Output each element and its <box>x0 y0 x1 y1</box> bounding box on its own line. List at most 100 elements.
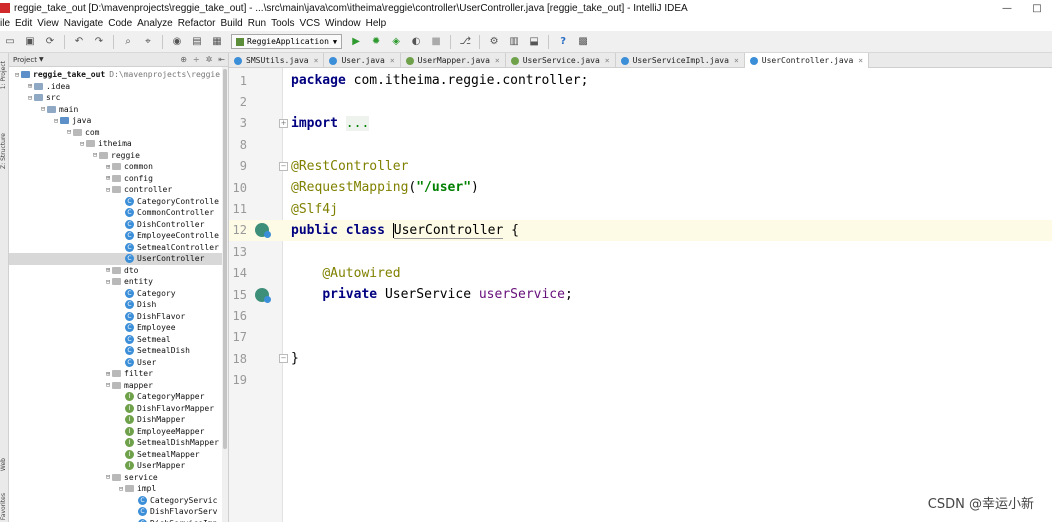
tree-row[interactable]: I SetmealDishMapper <box>9 437 228 449</box>
expand-toggle-icon[interactable]: ⊞ <box>26 82 34 90</box>
code-line[interactable]: 2 <box>229 91 1052 112</box>
tree-row[interactable]: C Setmeal <box>9 334 228 346</box>
close-icon[interactable]: × <box>390 56 395 65</box>
web-tool-tab[interactable]: Web <box>0 458 9 471</box>
settings-icon[interactable]: ⚙ <box>487 35 501 49</box>
structure-tool-tab[interactable]: Z: Structure <box>0 133 9 169</box>
code-line[interactable]: 12 public class UserController { <box>229 219 1052 242</box>
gear-icon[interactable]: ✲ <box>206 55 213 64</box>
tree-row[interactable]: ⊞ filter <box>9 368 228 380</box>
tree-row[interactable]: C UserController <box>9 253 228 265</box>
tree-row[interactable]: ⊟ reggie <box>9 150 228 162</box>
tree-row[interactable]: ⊟ service <box>9 472 228 484</box>
tree-row[interactable]: C CommonController <box>9 207 228 219</box>
tree-row[interactable]: ⊟ com <box>9 127 228 139</box>
project-tool-tab[interactable]: 1: Project <box>0 61 9 89</box>
hierarchy-icon[interactable]: ▦ <box>210 35 224 49</box>
tree-row[interactable]: ⊞ common <box>9 161 228 173</box>
menu-item[interactable]: ile <box>0 18 10 29</box>
sdk-icon[interactable]: ⬓ <box>527 35 541 49</box>
tree-row[interactable]: ⊟ main <box>9 104 228 116</box>
tree-row[interactable]: C User <box>9 357 228 369</box>
expand-toggle-icon[interactable]: ⊟ <box>78 140 86 148</box>
expand-toggle-icon[interactable]: ⊞ <box>104 174 112 182</box>
chevron-down-icon[interactable]: ▼ <box>39 56 44 63</box>
sync-icon[interactable]: ⟳ <box>43 35 57 49</box>
editor-tab[interactable]: SMSUtils.java × <box>229 53 325 68</box>
expand-toggle-icon[interactable]: ⊞ <box>104 163 112 171</box>
tree-row[interactable]: I CategoryMapper <box>9 391 228 403</box>
tree-row[interactable]: C EmployeeControlle <box>9 230 228 242</box>
locate-icon[interactable]: ⊕ <box>180 55 187 64</box>
close-icon[interactable]: × <box>858 56 863 65</box>
tree-row[interactable]: CDishServiceImp <box>9 518 228 522</box>
expand-toggle-icon[interactable]: ⊟ <box>104 186 112 194</box>
open-folder-icon[interactable]: ▭ <box>3 35 17 49</box>
tree-row[interactable]: ⊟ src <box>9 92 228 104</box>
menu-item[interactable]: Analyze <box>137 18 173 29</box>
code-line[interactable]: 9 − @RestController <box>229 156 1052 177</box>
tree-row[interactable]: ⊞ config <box>9 173 228 185</box>
terminal-icon[interactable]: ▩ <box>576 35 590 49</box>
tree-row[interactable]: I EmployeeMapper <box>9 426 228 438</box>
menu-item[interactable]: Edit <box>15 18 32 29</box>
collapse-icon[interactable]: ÷ <box>193 55 200 64</box>
tree-row[interactable]: I DishMapper <box>9 414 228 426</box>
menu-item[interactable]: Refactor <box>178 18 216 29</box>
tree-row[interactable]: ⊟ entity <box>9 276 228 288</box>
minimize-button[interactable]: — <box>992 0 1022 16</box>
fold-marker-icon[interactable]: − <box>279 354 288 364</box>
project-panel-title[interactable]: Project <box>13 56 37 64</box>
editor-tab[interactable]: UserServiceImpl.java × <box>616 53 745 68</box>
tree-row[interactable]: ⊟ impl <box>9 483 228 495</box>
code-line[interactable]: 19 <box>229 370 1052 391</box>
help-icon[interactable]: ? <box>556 35 570 49</box>
expand-toggle-icon[interactable]: ⊟ <box>91 151 99 159</box>
expand-toggle-icon[interactable]: ⊟ <box>65 128 73 136</box>
run-icon[interactable]: ▶ <box>349 35 363 49</box>
menu-item[interactable]: Navigate <box>64 18 103 29</box>
code-line[interactable]: 14 @Autowired <box>229 263 1052 284</box>
menu-item[interactable]: Tools <box>271 18 294 29</box>
expand-toggle-icon[interactable]: ⊟ <box>104 473 112 481</box>
tree-row[interactable]: ⊟ reggie_take_out D:\mavenprojects\reggie <box>9 69 228 81</box>
close-icon[interactable]: × <box>314 56 319 65</box>
code-line[interactable]: 11 @Slf4j <box>229 198 1052 219</box>
class-icon[interactable]: ◉ <box>170 35 184 49</box>
spring-bean-icon[interactable] <box>255 223 271 239</box>
menu-item[interactable]: Help <box>366 18 387 29</box>
expand-toggle-icon[interactable]: ⊟ <box>52 117 60 125</box>
editor-tab[interactable]: User.java × <box>324 53 401 68</box>
menu-item[interactable]: Run <box>248 18 266 29</box>
run-configuration-select[interactable]: ReggieApplication ▼ <box>231 34 343 49</box>
fold-marker-icon[interactable]: − <box>279 161 288 171</box>
tree-row[interactable]: I SetmealMapper <box>9 449 228 461</box>
vcs-icon[interactable]: ⎇ <box>458 35 472 49</box>
save-icon[interactable]: ▣ <box>23 35 37 49</box>
close-icon[interactable]: × <box>605 56 610 65</box>
code-line[interactable]: 15 private UserService userService; <box>229 284 1052 305</box>
expand-toggle-icon[interactable]: ⊟ <box>39 105 47 113</box>
expand-toggle-icon[interactable]: ⊟ <box>26 94 34 102</box>
tree-row[interactable]: C Employee <box>9 322 228 334</box>
tree-row[interactable]: C DishFlavorServ <box>9 506 228 518</box>
expand-toggle-icon[interactable]: ⊟ <box>104 381 112 389</box>
maximize-button[interactable]: □ <box>1022 0 1052 16</box>
tree-row[interactable]: ⊞ dto <box>9 265 228 277</box>
tree-row[interactable]: ⊟ itheima <box>9 138 228 150</box>
code-line[interactable]: 10 @RequestMapping("/user") <box>229 177 1052 198</box>
scrollbar-thumb[interactable] <box>223 69 227 449</box>
structure-icon[interactable]: ▤ <box>190 35 204 49</box>
expand-toggle-icon[interactable]: ⊟ <box>13 71 21 79</box>
editor-tab[interactable]: UserService.java × <box>506 53 616 68</box>
editor-tab[interactable]: UserMapper.java × <box>401 53 506 68</box>
tree-row[interactable]: C DishController <box>9 219 228 231</box>
menu-item[interactable]: View <box>37 18 59 29</box>
project-structure-icon[interactable]: ▥ <box>507 35 521 49</box>
tree-row[interactable]: C CategoryControlle <box>9 196 228 208</box>
menu-item[interactable]: Window <box>325 18 361 29</box>
expand-toggle-icon[interactable]: ⊞ <box>104 266 112 274</box>
tree-row[interactable]: ⊞ .idea <box>9 81 228 93</box>
expand-toggle-icon[interactable]: ⊞ <box>104 370 112 378</box>
coverage-icon[interactable]: ◈ <box>389 35 403 49</box>
